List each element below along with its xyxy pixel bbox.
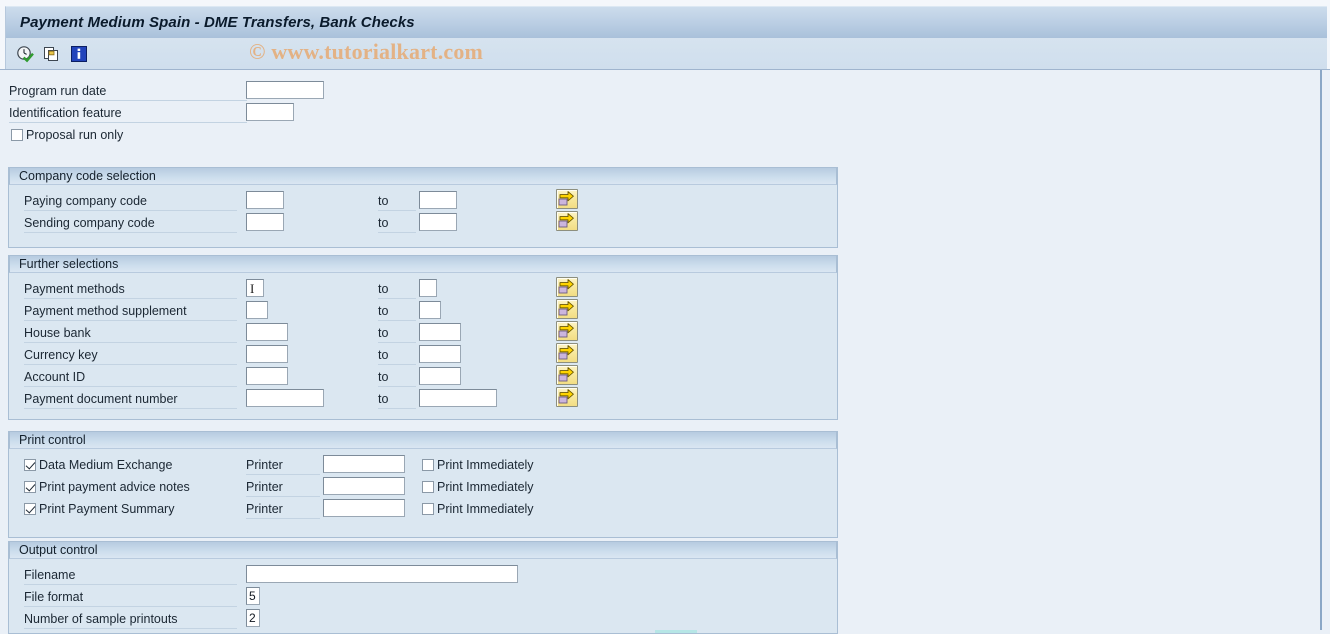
checkbox-box — [24, 503, 36, 515]
print-immediately-checkbox-2[interactable]: Print Immediately — [422, 478, 534, 496]
toolbar — [5, 38, 1327, 69]
printer-input-1[interactable] — [323, 455, 405, 473]
print-control-header: Print control — [9, 431, 837, 449]
sending-company-code-from-input[interactable] — [246, 213, 284, 231]
print-immediately-label-3: Print Immediately — [437, 502, 534, 516]
checkbox-box — [422, 459, 434, 471]
program-run-date-label: Program run date — [9, 82, 247, 101]
print-immediately-checkbox-1[interactable]: Print Immediately — [422, 456, 534, 474]
content-area: Program run date Identification feature … — [0, 70, 1330, 634]
identification-feature-label: Identification feature — [9, 104, 247, 123]
payment-document-number-label: Payment document number — [24, 390, 237, 409]
house-bank-to-label: to — [378, 324, 416, 343]
sending-company-code-label: Sending company code — [24, 214, 237, 233]
number-of-sample-printouts-input[interactable] — [246, 609, 260, 627]
account-id-from-input[interactable] — [246, 367, 288, 385]
payment-methods-from-input[interactable] — [246, 279, 264, 297]
checkbox-box — [11, 129, 23, 141]
copy-icon[interactable] — [42, 44, 62, 64]
printer-input-3[interactable] — [323, 499, 405, 517]
paying-company-code-from-input[interactable] — [246, 191, 284, 209]
bottom-progress-strip — [655, 630, 697, 633]
paying-company-code-to-input[interactable] — [419, 191, 457, 209]
identification-feature-input[interactable] — [246, 103, 294, 121]
further-selections-header: Further selections — [9, 255, 837, 273]
data-medium-exchange-label: Data Medium Exchange — [39, 458, 173, 472]
payment-document-number-to-label: to — [378, 390, 416, 409]
sending-company-code-multi-select-button[interactable] — [556, 211, 578, 231]
payment-document-number-to-input[interactable] — [419, 389, 497, 407]
print-payment-summary-checkbox[interactable]: Print Payment Summary — [24, 500, 174, 518]
currency-key-multi-select-button[interactable] — [556, 343, 578, 363]
printer-label-1: Printer — [246, 456, 320, 475]
payment-document-number-from-input[interactable] — [246, 389, 324, 407]
house-bank-multi-select-button[interactable] — [556, 321, 578, 341]
filename-input[interactable] — [246, 565, 518, 583]
sending-company-code-to-label: to — [378, 214, 416, 233]
payment-method-supplement-multi-select-button[interactable] — [556, 299, 578, 319]
page-title: Payment Medium Spain - DME Transfers, Ba… — [20, 14, 415, 31]
account-id-multi-select-button[interactable] — [556, 365, 578, 385]
window-titlebar: Payment Medium Spain - DME Transfers, Ba… — [5, 6, 1327, 38]
house-bank-label: House bank — [24, 324, 237, 343]
window-right-edge — [1320, 70, 1322, 630]
checkbox-box — [422, 503, 434, 515]
proposal-run-only-checkbox[interactable]: Proposal run only — [11, 126, 123, 144]
payment-method-supplement-to-input[interactable] — [419, 301, 441, 319]
printer-label-2: Printer — [246, 478, 320, 497]
printer-label-3: Printer — [246, 500, 320, 519]
execute-icon[interactable] — [15, 44, 35, 64]
account-id-to-input[interactable] — [419, 367, 461, 385]
currency-key-from-input[interactable] — [246, 345, 288, 363]
checkbox-box — [422, 481, 434, 493]
paying-company-code-multi-select-button[interactable] — [556, 189, 578, 209]
file-format-label: File format — [24, 588, 237, 607]
company-code-selection-header: Company code selection — [9, 167, 837, 185]
file-format-input[interactable] — [246, 587, 260, 605]
program-run-date-input[interactable] — [246, 81, 324, 99]
account-id-label: Account ID — [24, 368, 237, 387]
paying-company-code-label: Paying company code — [24, 192, 237, 211]
payment-method-supplement-to-label: to — [378, 302, 416, 321]
print-payment-summary-label: Print Payment Summary — [39, 502, 175, 516]
output-control-header: Output control — [9, 541, 837, 559]
paying-company-code-to-label: to — [378, 192, 416, 211]
payment-method-supplement-label: Payment method supplement — [24, 302, 237, 321]
sap-selection-screen: Payment Medium Spain - DME Transfers, Ba… — [0, 0, 1330, 634]
data-medium-exchange-checkbox[interactable]: Data Medium Exchange — [24, 456, 172, 474]
payment-document-number-multi-select-button[interactable] — [556, 387, 578, 407]
printer-input-2[interactable] — [323, 477, 405, 495]
print-payment-advice-notes-label: Print payment advice notes — [39, 480, 190, 494]
info-icon[interactable] — [69, 44, 89, 64]
payment-methods-to-input[interactable] — [419, 279, 437, 297]
house-bank-from-input[interactable] — [246, 323, 288, 341]
payment-methods-multi-select-button[interactable] — [556, 277, 578, 297]
print-immediately-label-1: Print Immediately — [437, 458, 534, 472]
currency-key-to-label: to — [378, 346, 416, 365]
filename-label: Filename — [24, 566, 237, 585]
currency-key-to-input[interactable] — [419, 345, 461, 363]
print-payment-advice-notes-checkbox[interactable]: Print payment advice notes — [24, 478, 190, 496]
currency-key-label: Currency key — [24, 346, 237, 365]
payment-methods-label: Payment methods — [24, 280, 237, 299]
payment-method-supplement-from-input[interactable] — [246, 301, 268, 319]
payment-methods-to-label: to — [378, 280, 416, 299]
sending-company-code-to-input[interactable] — [419, 213, 457, 231]
print-immediately-checkbox-3[interactable]: Print Immediately — [422, 500, 534, 518]
checkbox-box — [24, 481, 36, 493]
account-id-to-label: to — [378, 368, 416, 387]
number-of-sample-printouts-label: Number of sample printouts — [24, 610, 237, 629]
checkbox-box — [24, 459, 36, 471]
print-immediately-label-2: Print Immediately — [437, 480, 534, 494]
proposal-run-only-label: Proposal run only — [26, 128, 124, 142]
house-bank-to-input[interactable] — [419, 323, 461, 341]
window-frame: Payment Medium Spain - DME Transfers, Ba… — [0, 0, 1330, 70]
